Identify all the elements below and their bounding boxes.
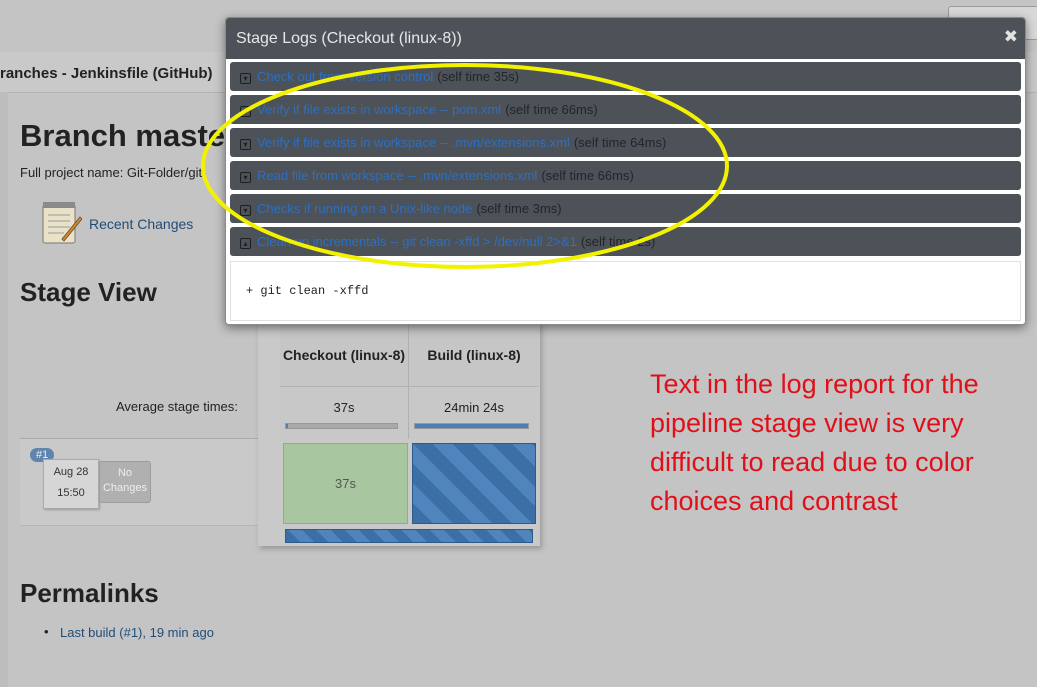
- build-changes[interactable]: No Changes: [99, 461, 151, 503]
- log-step-time: (self time 66ms): [505, 102, 598, 117]
- permalink-last-build[interactable]: Last build (#1), 19 min ago: [60, 625, 214, 640]
- build-date[interactable]: Aug 28 15:50: [43, 459, 99, 509]
- log-row[interactable]: ▾ Read file from workspace -- .mvn/extens…: [230, 161, 1021, 190]
- build-date-day: Aug 28: [53, 466, 89, 478]
- stage-logs-modal: Stage Logs (Checkout (linux-8)) ✖ ▾ Check…: [225, 17, 1026, 325]
- page-title: Branch maste: [20, 118, 226, 153]
- expand-icon[interactable]: ▾: [240, 73, 251, 84]
- expand-icon[interactable]: ▾: [240, 172, 251, 183]
- log-step-name[interactable]: Read file from workspace -- .mvn/extensi…: [257, 168, 537, 183]
- side-panel-edge: [0, 92, 8, 687]
- stage-cell-build[interactable]: [412, 443, 536, 524]
- avg-time-build: 24min 24s: [409, 386, 539, 439]
- close-icon[interactable]: ✖: [1004, 27, 1018, 47]
- log-step-name[interactable]: Verify if file exists in workspace -- .m…: [257, 135, 570, 150]
- annotation-text: Text in the log report for the pipeline …: [650, 369, 979, 516]
- avg-time-build-value: 24min 24s: [444, 400, 504, 415]
- modal-header: Stage Logs (Checkout (linux-8)) ✖: [226, 18, 1025, 60]
- modal-title: Stage Logs (Checkout (linux-8)): [236, 30, 462, 47]
- stage-view-title: Stage View: [20, 277, 157, 307]
- expand-icon[interactable]: ▾: [240, 205, 251, 216]
- log-row[interactable]: ▾ Verify if file exists in workspace -- p…: [230, 95, 1021, 124]
- build-date-time: 15:50: [57, 487, 85, 499]
- recent-changes-link[interactable]: Recent Changes: [89, 216, 193, 232]
- log-step-time: (self time 64ms): [573, 135, 667, 150]
- avg-bar-checkout-fill: [286, 424, 289, 428]
- modal-body: ▾ Check out from version control (self tim…: [226, 59, 1025, 324]
- log-step-name[interactable]: Check out from version control: [257, 69, 433, 84]
- breadcrumb[interactable]: ranches - Jenkinsfile (GitHub): [0, 65, 213, 82]
- log-step-time: (self time 2s): [580, 234, 656, 249]
- stage-header-checkout: Checkout (linux-8): [280, 324, 409, 386]
- project-full-name: Full project name: Git-Folder/git-: [20, 165, 207, 180]
- avg-bar-build: [414, 423, 529, 429]
- permalinks-title: Permalinks: [20, 578, 159, 608]
- avg-time-checkout-value: 37s: [333, 400, 355, 415]
- avg-bar-build-fill: [415, 424, 528, 428]
- log-row[interactable]: ▴ Clean up incrementals -- git clean -xff…: [230, 227, 1021, 256]
- expand-icon[interactable]: ▾: [240, 106, 251, 117]
- log-output: + git clean -xffd: [230, 261, 1021, 321]
- log-step-time: (self time 35s): [437, 69, 519, 84]
- average-stage-times-label: Average stage times:: [116, 399, 238, 414]
- log-step-name[interactable]: Clean up incrementals -- git clean -xffd…: [257, 234, 577, 249]
- collapse-icon[interactable]: ▴: [240, 238, 251, 249]
- stage-cell-checkout[interactable]: 37s: [283, 443, 408, 524]
- expand-icon[interactable]: ▾: [240, 139, 251, 150]
- log-step-time: (self time 3ms): [476, 201, 562, 216]
- log-step-name[interactable]: Verify if file exists in workspace -- po…: [257, 102, 501, 117]
- log-step-name[interactable]: Checks if running on a Unix-like node: [257, 201, 472, 216]
- avg-time-checkout: 37s: [280, 386, 409, 439]
- list-bullet: •: [44, 624, 49, 639]
- log-row[interactable]: ▾ Verify if file exists in workspace -- .…: [230, 128, 1021, 157]
- log-step-time: (self time 66ms): [541, 168, 634, 183]
- build-progress-bar: [285, 529, 533, 543]
- log-row[interactable]: ▾ Checks if running on a Unix-like node (s…: [230, 194, 1021, 223]
- log-row[interactable]: ▾ Check out from version control (self tim…: [230, 62, 1021, 91]
- stage-header-build: Build (linux-8): [409, 324, 539, 386]
- log-output-text: + git clean -xffd: [246, 284, 369, 298]
- notepad-icon[interactable]: [40, 199, 82, 245]
- avg-bar-checkout: [285, 423, 398, 429]
